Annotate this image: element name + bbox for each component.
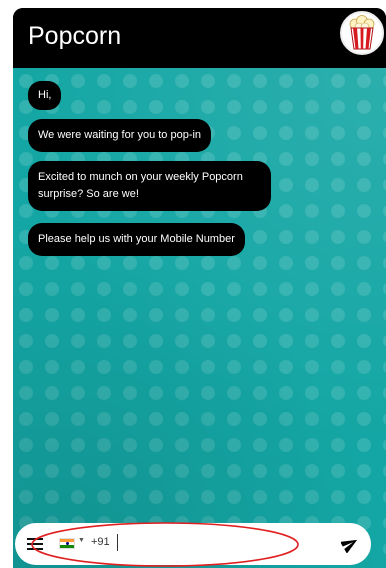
paper-plane-icon[interactable]	[340, 535, 359, 554]
mobile-number-input[interactable]	[119, 531, 323, 559]
india-flag-icon[interactable]	[59, 538, 75, 549]
app-title: Popcorn	[28, 22, 122, 50]
bot-message: Hi,	[28, 81, 62, 110]
bot-message: We were waiting for you to pop-in	[28, 119, 212, 152]
text-cursor	[117, 534, 118, 551]
chat-messages-area[interactable]: Hi, We were waiting for you to pop-in Ex…	[13, 68, 386, 568]
chat-header: Popcorn	[13, 8, 386, 68]
country-dial-code: +91	[91, 536, 110, 548]
bot-message: Excited to munch on your weekly Popcorn …	[28, 161, 271, 211]
chevron-down-icon[interactable]: ▼	[78, 537, 85, 544]
hamburger-menu-icon[interactable]	[27, 538, 43, 551]
chat-window: Popcorn Hi, We were waiting for you to p…	[13, 8, 386, 568]
bot-message: Please help us with your Mobile Number	[28, 223, 245, 256]
message-input-bar: ▼ +91	[15, 523, 371, 565]
popcorn-bucket-icon	[340, 11, 384, 55]
